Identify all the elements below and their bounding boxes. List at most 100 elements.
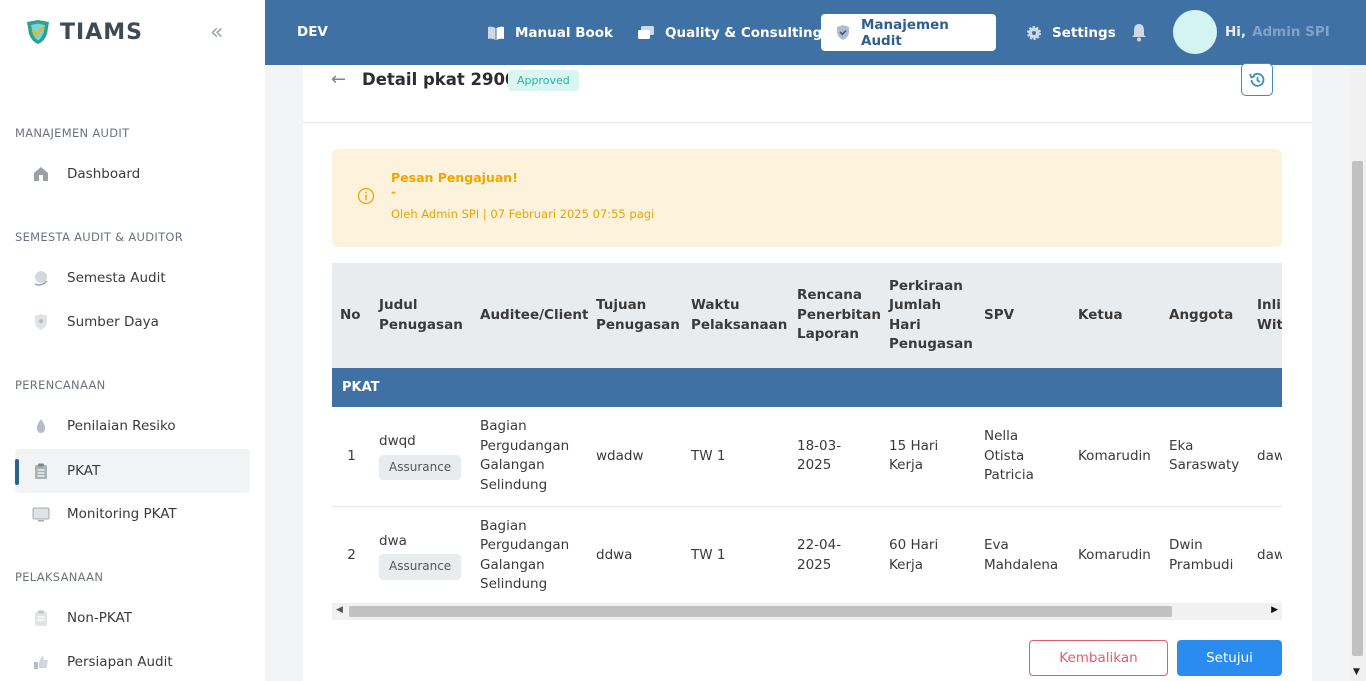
- cell-tujuan: wdadw: [588, 407, 683, 507]
- cell-rencana: 22-04-2025: [789, 506, 881, 606]
- column-header: Judul Penugasan: [371, 263, 472, 368]
- avatar[interactable]: [1173, 10, 1217, 54]
- cell-waktu: TW 1: [683, 506, 789, 606]
- column-header: No: [332, 263, 371, 368]
- table-header-row: No Judul Penugasan Auditee/Client Tujuan…: [332, 263, 1282, 368]
- sidebar-item-monitoring-pkat[interactable]: Monitoring PKAT: [15, 492, 250, 536]
- chat-icon: [637, 25, 655, 41]
- table-row[interactable]: 1 dwqd Assurance Bagian Pergudangan Gala…: [332, 407, 1282, 507]
- cell-auditee: Bagian Pergudangan Galangan Selindung: [472, 506, 588, 606]
- category-tag: Assurance: [379, 554, 462, 580]
- nav-label: Manual Book: [515, 24, 614, 41]
- cell-ketua: Komarudin: [1070, 407, 1161, 507]
- nav-label: Manajemen Audit: [861, 16, 949, 49]
- user-greeting[interactable]: Hi, Admin SPI: [1225, 24, 1330, 40]
- clipboard-icon: [31, 608, 51, 628]
- collapse-sidebar-icon[interactable]: «: [210, 20, 223, 45]
- home-icon: [31, 164, 51, 184]
- scrollbar-thumb[interactable]: [349, 606, 1172, 617]
- alert-meta: Oleh Admin SPI | 07 Februari 2025 07:55 …: [391, 207, 655, 221]
- cell-ketua: Komarudin: [1070, 506, 1161, 606]
- back-arrow-icon[interactable]: ←: [331, 69, 346, 90]
- card-header: ← Detail pkat 2900 Approved: [303, 63, 1312, 123]
- scroll-down-icon[interactable]: ▼: [1353, 667, 1360, 677]
- globe-icon: [31, 268, 51, 288]
- scroll-left-icon[interactable]: ◀: [336, 605, 343, 615]
- sidebar-item-persiapan-audit[interactable]: Persiapan Audit: [15, 640, 250, 681]
- column-header: SPV: [976, 263, 1070, 368]
- cell-hari: 15 Hari Kerja: [881, 407, 976, 507]
- cell-inline: daw: [1249, 407, 1282, 507]
- top-navbar: DEV Manual Book Quality & Consulting Man…: [265, 0, 1366, 65]
- cell-judul: dwa Assurance: [371, 506, 472, 606]
- book-icon: [487, 25, 505, 41]
- detail-card: ← Detail pkat 2900 Approved Pesan Pengaj…: [303, 63, 1312, 681]
- user-name: Admin SPI: [1252, 24, 1330, 40]
- sidebar-item-semesta-audit[interactable]: Semesta Audit: [15, 256, 250, 300]
- sidebar-item-dashboard[interactable]: Dashboard: [15, 152, 250, 196]
- sidebar-item-label: Non-PKAT: [67, 610, 132, 626]
- history-button[interactable]: [1241, 63, 1273, 96]
- table-row[interactable]: 2 dwa Assurance Bagian Pergudangan Galan…: [332, 506, 1282, 606]
- sidebar-item-pkat[interactable]: PKAT: [15, 449, 250, 493]
- column-header: Anggota: [1161, 263, 1249, 368]
- alert-title: Pesan Pengajuan!: [391, 170, 518, 185]
- sidebar-item-label: Monitoring PKAT: [67, 506, 177, 522]
- status-badge: Approved: [508, 70, 579, 91]
- pkat-table-container[interactable]: No Judul Penugasan Auditee/Client Tujuan…: [332, 263, 1282, 623]
- gear-icon: [1026, 25, 1042, 41]
- alert-message: -: [391, 185, 396, 199]
- section-manajemen-audit: MANAJEMEN AUDIT: [15, 126, 130, 140]
- scrollbar-thumb[interactable]: [1352, 161, 1363, 656]
- table-group-row: PKAT: [332, 368, 1282, 407]
- shield-icon: [31, 312, 51, 332]
- sidebar-item-label: Sumber Daya: [67, 314, 159, 330]
- nav-label: Quality & Consulting: [665, 24, 823, 41]
- nav-quality-consulting[interactable]: Quality & Consulting: [623, 14, 836, 51]
- horizontal-scrollbar[interactable]: ◀ ▶: [332, 603, 1282, 620]
- section-pelaksanaan: PELAKSANAAN: [15, 570, 104, 584]
- cell-spv: Nella Otista Patricia: [976, 407, 1070, 507]
- brand[interactable]: TIAMS: [24, 18, 143, 46]
- nav-manual-book[interactable]: Manual Book: [473, 14, 627, 51]
- nav-manajemen-audit[interactable]: Manajemen Audit: [821, 14, 996, 51]
- column-header: Rencana Penerbitan Laporan: [789, 263, 881, 368]
- approve-button[interactable]: Setujui: [1177, 640, 1282, 676]
- nav-label: Settings: [1052, 24, 1116, 41]
- sidebar-item-label: Penilaian Resiko: [67, 418, 176, 434]
- cell-waktu: TW 1: [683, 407, 789, 507]
- sidebar-item-label: Persiapan Audit: [67, 654, 173, 670]
- column-header: Tujuan Penugasan: [588, 263, 683, 368]
- info-icon: [357, 187, 375, 209]
- category-tag: Assurance: [379, 454, 462, 481]
- drop-icon: [31, 416, 51, 436]
- monitor-icon: [31, 504, 51, 524]
- sidebar-item-label: Dashboard: [67, 166, 141, 182]
- sidebar-item-sumber-daya[interactable]: Sumber Daya: [15, 300, 250, 344]
- bell-icon[interactable]: [1130, 22, 1148, 46]
- sidebar-item-label: Semesta Audit: [67, 270, 166, 286]
- tiams-logo-icon: [27, 20, 49, 44]
- nav-settings[interactable]: Settings: [1012, 14, 1130, 51]
- column-header: Inline With: [1249, 263, 1282, 368]
- shield-check-icon: [835, 24, 851, 41]
- brand-name: TIAMS: [60, 19, 143, 45]
- column-header: Auditee/Client: [472, 263, 588, 368]
- scroll-right-icon[interactable]: ▶: [1271, 605, 1278, 615]
- column-header: Waktu Pelaksanaan: [683, 263, 789, 368]
- section-perencanaan: PERENCANAAN: [15, 378, 106, 392]
- return-button[interactable]: Kembalikan: [1029, 640, 1168, 676]
- cell-auditee: Bagian Pergudangan Galangan Selindung: [472, 407, 588, 507]
- sidebar-item-non-pkat[interactable]: Non-PKAT: [15, 596, 250, 640]
- clipboard-icon: [31, 461, 51, 481]
- cell-hari: 60 Hari Kerja: [881, 506, 976, 606]
- greeting-text: Hi,: [1225, 24, 1247, 40]
- column-header: Perkiraan Jumlah Hari Penugasan: [881, 263, 976, 368]
- vertical-scrollbar[interactable]: ▼: [1350, 65, 1366, 681]
- submission-alert: Pesan Pengajuan! - Oleh Admin SPI | 07 F…: [332, 149, 1282, 247]
- judul-text: dwqd: [379, 433, 416, 450]
- sidebar-item-penilaian-resiko[interactable]: Penilaian Resiko: [15, 404, 250, 448]
- cell-inline: daw: [1249, 506, 1282, 606]
- group-label: PKAT: [332, 368, 1282, 407]
- judul-text: dwa: [379, 532, 407, 549]
